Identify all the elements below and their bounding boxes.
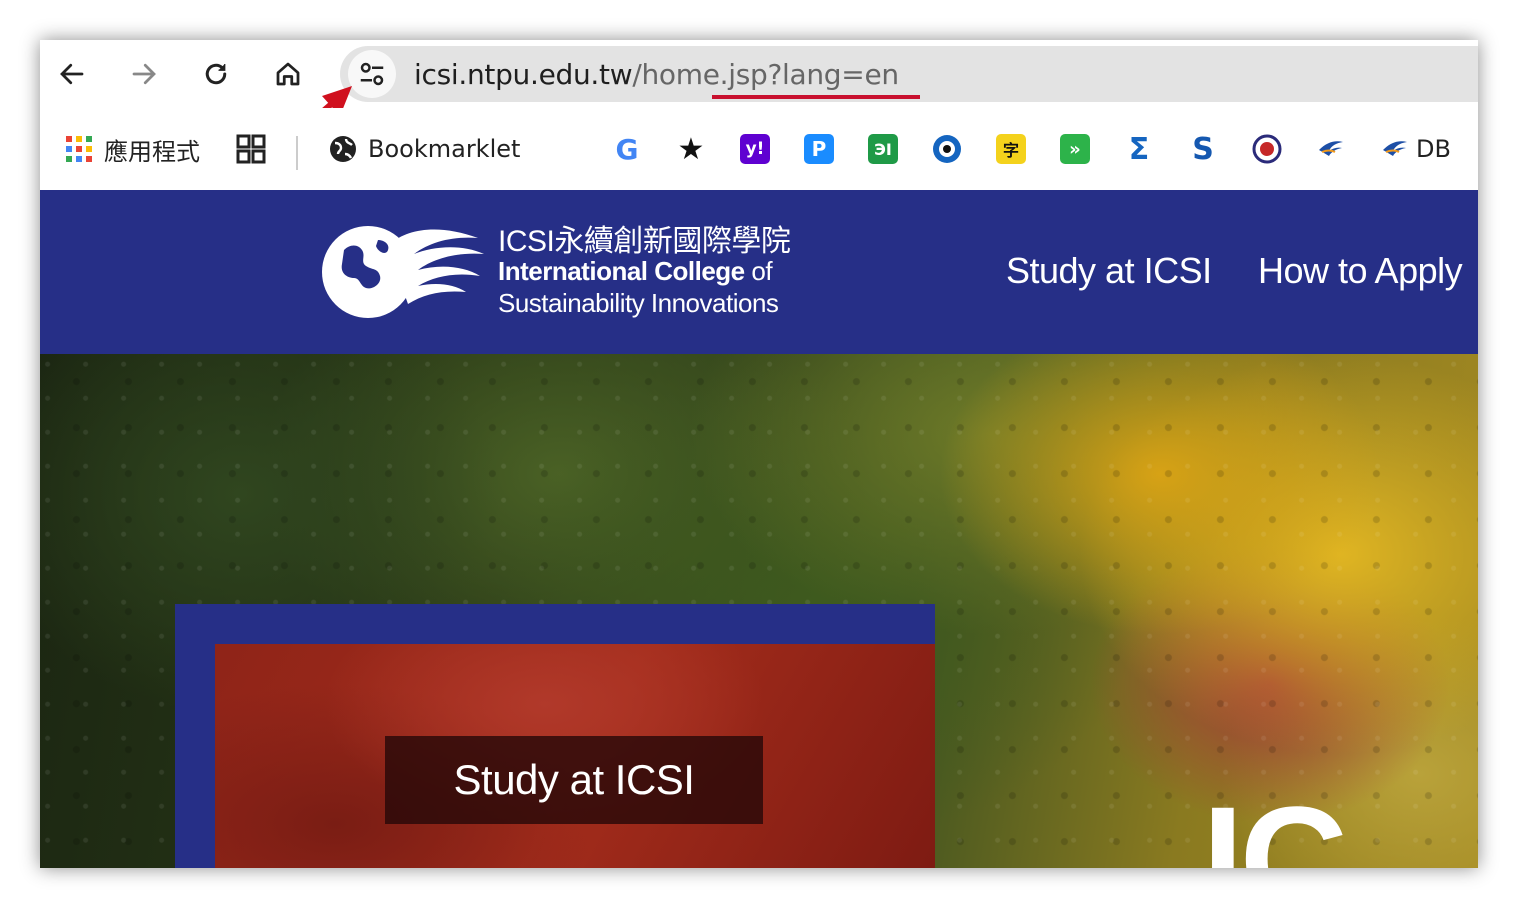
- reload-icon: [205, 63, 227, 85]
- back-button[interactable]: [54, 56, 90, 92]
- url-path: /home.jsp?lang=en: [632, 58, 899, 91]
- globe-wave-logo-icon: [322, 226, 484, 318]
- tune-icon: [360, 62, 384, 86]
- bookmark-star[interactable]: ★: [676, 131, 706, 167]
- bookmark-sigma[interactable]: Σ: [1124, 131, 1154, 167]
- forward-button[interactable]: [126, 56, 162, 92]
- bookmark-circle-logo[interactable]: [1252, 132, 1282, 166]
- bookmark-apps[interactable]: 應用程式: [64, 132, 200, 166]
- logo-line-1: International College of: [498, 256, 773, 287]
- logo-line-2: Sustainability Innovations: [498, 288, 779, 318]
- bookmark-green-app[interactable]: ЭI: [868, 132, 898, 166]
- reload-button[interactable]: [198, 56, 234, 92]
- bookmark-bookmarklet[interactable]: Bookmarklet: [328, 132, 520, 166]
- bookmark-db-label: DB: [1416, 135, 1451, 163]
- bookmark-eye[interactable]: [932, 132, 962, 166]
- nav-study-at-icsi[interactable]: Study at ICSI: [1006, 250, 1212, 292]
- green-app-icon: ЭI: [868, 134, 898, 164]
- site-header: ICSI永續創新國際學院 International College of Su…: [40, 190, 1478, 354]
- p-icon: P: [804, 134, 834, 164]
- browser-toolbar: icsi.ntpu.edu.tw/home.jsp?lang=en: [40, 40, 1478, 141]
- star-icon: ★: [677, 131, 705, 167]
- hero-headline: IC: [1202, 775, 1348, 868]
- apps-grid-icon: [66, 136, 92, 162]
- google-icon: G: [615, 132, 639, 166]
- dictionary-icon: 字: [996, 134, 1026, 164]
- icsi-logo[interactable]: ICSI永續創新國際學院 International College of Su…: [318, 214, 798, 324]
- url-text[interactable]: icsi.ntpu.edu.tw/home.jsp?lang=en: [414, 58, 899, 91]
- logo-title: ICSI永續創新國際學院: [498, 225, 791, 258]
- globe-icon: [330, 136, 356, 162]
- bookmark-s[interactable]: S: [1188, 131, 1218, 167]
- bookmark-dictionary[interactable]: 字: [996, 132, 1026, 166]
- double-chevron-icon: »: [1060, 134, 1090, 164]
- back-arrow-icon: [60, 63, 84, 85]
- url-domain-highlight: [712, 95, 920, 99]
- s-icon: S: [1192, 131, 1214, 167]
- bookmark-yahoo[interactable]: y!: [740, 132, 770, 166]
- bookmark-google[interactable]: G: [612, 132, 642, 166]
- bird-db-icon: [1383, 141, 1407, 156]
- hero-banner: Study at ICSI IC: [40, 354, 1478, 868]
- bookmark-apps-label: 應用程式: [104, 137, 200, 166]
- browser-window: icsi.ntpu.edu.tw/home.jsp?lang=en 應用程式 B…: [40, 40, 1478, 868]
- bookmark-db[interactable]: DB: [1380, 132, 1451, 166]
- address-bar[interactable]: icsi.ntpu.edu.tw/home.jsp?lang=en: [340, 46, 1478, 102]
- bookmark-p[interactable]: P: [804, 132, 834, 166]
- yahoo-icon: y!: [740, 134, 770, 164]
- study-card-label[interactable]: Study at ICSI: [385, 736, 763, 824]
- bookmarks-separator: [296, 136, 298, 170]
- bookmark-grid[interactable]: [236, 132, 266, 166]
- url-domain: icsi.ntpu.edu.tw: [414, 58, 633, 91]
- bookmark-bird[interactable]: [1316, 132, 1346, 166]
- forward-arrow-icon: [132, 63, 156, 85]
- tab-groups-icon: [236, 134, 266, 164]
- bookmark-bookmarklet-label: Bookmarklet: [368, 135, 521, 163]
- bird-icon: [1319, 141, 1343, 156]
- nav-how-to-apply[interactable]: How to Apply: [1258, 250, 1463, 292]
- logo-line-1-bold: International College: [498, 256, 745, 286]
- circle-logo-icon: [1252, 134, 1282, 164]
- eye-icon: [933, 135, 961, 163]
- logo-line-1-of: of: [751, 256, 773, 286]
- bookmark-double-chevron[interactable]: »: [1060, 132, 1090, 166]
- bookmarks-bar: 應用程式 Bookmarklet G ★ y! P ЭI 字 » Σ S DB: [40, 108, 1478, 190]
- sigma-icon: Σ: [1128, 131, 1150, 167]
